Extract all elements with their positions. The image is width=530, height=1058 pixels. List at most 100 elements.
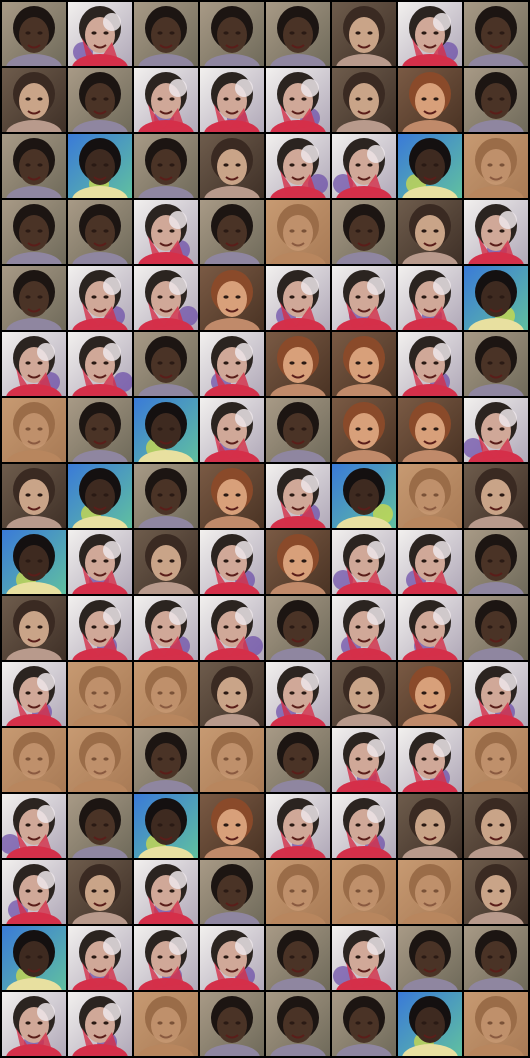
face-sample-image [398,68,462,132]
face-sample-image [200,530,264,594]
face-sample-tile [2,662,66,726]
face-sample-image [2,464,66,528]
face-sample-image [68,398,132,462]
face-sample-image [464,926,528,990]
face-sample-tile [68,860,132,924]
face-sample-image [332,332,396,396]
face-sample-tile [134,794,198,858]
face-sample-image [332,530,396,594]
face-sample-image [398,332,462,396]
face-sample-image [2,992,66,1056]
face-sample-tile [2,728,66,792]
face-sample-tile [134,200,198,264]
face-sample-image [68,68,132,132]
face-sample-image [134,596,198,660]
face-sample-image [2,530,66,594]
face-sample-image [200,134,264,198]
face-sample-tile [398,530,462,594]
face-sample-tile [464,332,528,396]
face-sample-tile [266,398,330,462]
face-sample-image [68,464,132,528]
face-sample-image [2,332,66,396]
face-sample-tile [464,68,528,132]
face-sample-tile [332,860,396,924]
face-sample-tile [332,266,396,330]
face-sample-image [398,266,462,330]
face-sample-tile [398,332,462,396]
face-sample-image [464,266,528,330]
face-sample-image [332,134,396,198]
face-sample-tile [398,200,462,264]
face-sample-tile [200,332,264,396]
face-sample-image [134,398,198,462]
face-sample-tile [398,662,462,726]
face-sample-tile [266,992,330,1056]
face-sample-tile [2,794,66,858]
face-sample-image [266,530,330,594]
face-sample-image [266,266,330,330]
face-sample-image [200,728,264,792]
face-sample-tile [134,530,198,594]
face-sample-image [464,728,528,792]
face-sample-image [398,530,462,594]
face-sample-image [68,332,132,396]
face-sample-tile [266,464,330,528]
face-sample-tile [332,2,396,66]
face-sample-image [332,794,396,858]
face-sample-image [134,68,198,132]
face-sample-tile [464,728,528,792]
face-sample-tile [398,794,462,858]
face-sample-tile [200,860,264,924]
face-sample-image [464,860,528,924]
face-sample-image [266,992,330,1056]
face-sample-image [200,992,264,1056]
face-sample-image [266,2,330,66]
face-sample-tile [134,662,198,726]
face-sample-image [200,200,264,264]
face-sample-tile [464,266,528,330]
face-sample-tile [464,662,528,726]
face-sample-tile [332,398,396,462]
face-sample-image [134,794,198,858]
face-sample-tile [332,794,396,858]
face-sample-tile [134,2,198,66]
face-sample-image [134,992,198,1056]
face-sample-tile [134,992,198,1056]
face-sample-image [68,794,132,858]
face-sample-image [68,266,132,330]
face-sample-tile [68,68,132,132]
face-sample-tile [266,530,330,594]
face-sample-image [134,926,198,990]
face-sample-tile [398,68,462,132]
face-sample-image [398,662,462,726]
face-sample-tile [2,200,66,264]
face-sample-tile [332,596,396,660]
face-sample-tile [68,332,132,396]
face-sample-image [398,728,462,792]
face-sample-image [332,266,396,330]
face-sample-image [398,398,462,462]
face-sample-tile [68,530,132,594]
face-sample-tile [398,2,462,66]
face-sample-tile [134,332,198,396]
face-sample-tile [134,464,198,528]
face-sample-tile [266,926,330,990]
face-sample-tile [398,266,462,330]
face-sample-tile [68,398,132,462]
face-sample-tile [2,530,66,594]
face-sample-image [68,926,132,990]
face-sample-image [464,2,528,66]
face-sample-tile [68,134,132,198]
image-sample-grid [0,0,530,1058]
face-sample-tile [266,2,330,66]
face-sample-tile [266,68,330,132]
face-sample-image [2,398,66,462]
face-sample-tile [200,530,264,594]
face-sample-image [134,332,198,396]
face-sample-image [332,728,396,792]
face-sample-image [398,464,462,528]
face-sample-tile [266,200,330,264]
face-sample-tile [398,926,462,990]
face-sample-tile [68,926,132,990]
face-sample-tile [464,464,528,528]
